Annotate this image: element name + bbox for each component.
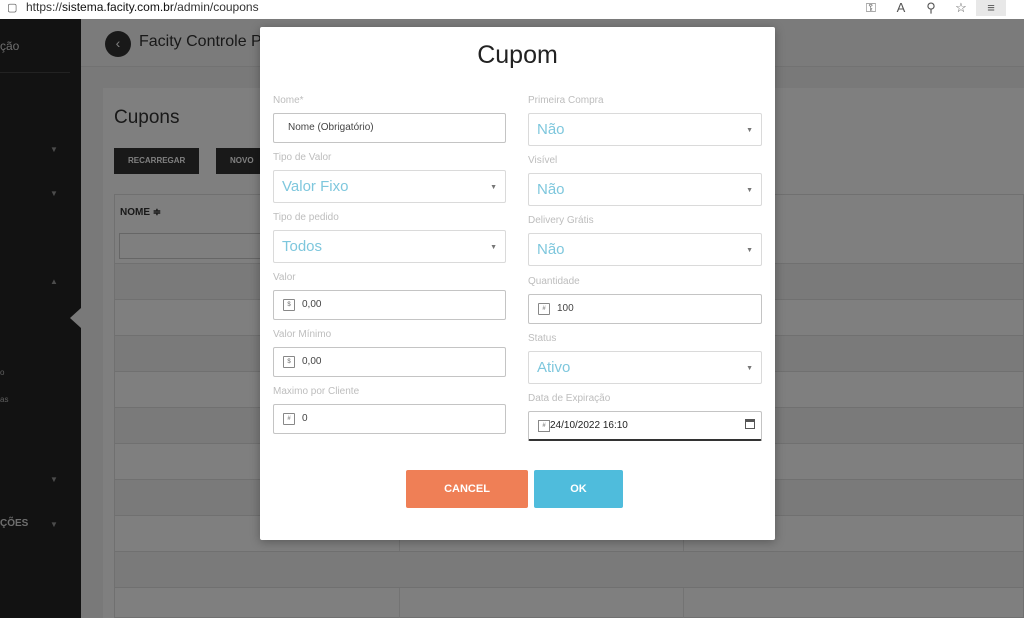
number-icon: # xyxy=(283,413,295,425)
browser-address-bar: ▢ https://sistema.facity.com.br/admin/co… xyxy=(0,0,1024,19)
currency-icon: $ xyxy=(283,299,295,311)
data-expiracao-value: 24/10/2022 16:10 xyxy=(550,420,628,431)
url-path: /admin/coupons xyxy=(173,0,259,14)
tipo-valor-value: Valor Fixo xyxy=(282,178,349,195)
coupon-modal: Cupom Nome* Nome (Obrigatório) Tipo de V… xyxy=(260,27,775,540)
delivery-gratis-value: Não xyxy=(537,241,565,258)
primeira-compra-label: Primeira Compra xyxy=(528,95,604,106)
number-icon: # xyxy=(538,303,550,315)
maximo-cliente-label: Maximo por Cliente xyxy=(273,386,360,397)
caret-down-icon: ▼ xyxy=(746,365,753,372)
data-expiracao-input[interactable]: # 24/10/2022 16:10 xyxy=(528,411,762,441)
visivel-value: Não xyxy=(537,181,565,198)
favorites-icon[interactable]: ☆ xyxy=(946,0,976,16)
status-label: Status xyxy=(528,333,557,344)
status-value: Ativo xyxy=(537,359,571,376)
caret-down-icon: ▼ xyxy=(490,244,497,251)
valor-input[interactable]: $ 0,00 xyxy=(273,290,506,320)
ok-button[interactable]: OK xyxy=(534,470,623,508)
nome-input[interactable]: Nome (Obrigatório) xyxy=(273,113,506,143)
valor-minimo-value: 0,00 xyxy=(302,356,322,367)
primeira-compra-value: Não xyxy=(537,121,565,138)
caret-down-icon: ▼ xyxy=(746,247,753,254)
key-icon[interactable]: ⚿ xyxy=(856,0,886,16)
caret-down-icon: ▼ xyxy=(746,127,753,134)
caret-down-icon: ▼ xyxy=(490,184,497,191)
browser-toolbar: ⚿ A ⚲ ☆ ≡ xyxy=(856,0,1006,16)
caret-down-icon: ▼ xyxy=(746,187,753,194)
tipo-pedido-value: Todos xyxy=(282,238,323,255)
read-aloud-icon[interactable]: A xyxy=(886,0,916,16)
collections-icon[interactable]: ≡ xyxy=(976,0,1006,16)
cancel-button[interactable]: CANCEL xyxy=(406,470,528,508)
tipo-valor-select[interactable]: Valor Fixo ▼ xyxy=(273,170,506,203)
url-prefix: https:// xyxy=(26,0,63,14)
quantidade-input[interactable]: # 100 xyxy=(528,294,762,324)
url-field[interactable]: https://sistema.facity.com.br/admin/coup… xyxy=(26,0,259,14)
modal-title: Cupom xyxy=(477,41,558,69)
quantidade-label: Quantidade xyxy=(528,276,580,287)
valor-minimo-label: Valor Mínimo xyxy=(273,329,332,340)
page-info-icon[interactable]: ▢ xyxy=(7,1,17,14)
delivery-gratis-select[interactable]: Não ▼ xyxy=(528,233,762,266)
maximo-cliente-value: 0 xyxy=(302,413,308,424)
valor-value: 0,00 xyxy=(302,299,322,310)
status-select[interactable]: Ativo ▼ xyxy=(528,351,762,384)
tipo-pedido-label: Tipo de pedido xyxy=(273,212,339,223)
delivery-gratis-label: Delivery Grátis xyxy=(528,215,594,226)
zoom-icon[interactable]: ⚲ xyxy=(916,0,946,16)
quantidade-value: 100 xyxy=(557,303,574,314)
primeira-compra-select[interactable]: Não ▼ xyxy=(528,113,762,146)
data-expiracao-label: Data de Expiração xyxy=(528,393,611,404)
valor-minimo-input[interactable]: $ 0,00 xyxy=(273,347,506,377)
calendar-small-icon: # xyxy=(538,420,550,432)
tipo-valor-label: Tipo de Valor xyxy=(273,152,332,163)
nome-label: Nome* xyxy=(273,95,304,106)
visivel-select[interactable]: Não ▼ xyxy=(528,173,762,206)
visivel-label: Visível xyxy=(528,155,558,166)
calendar-icon[interactable] xyxy=(745,419,755,429)
tipo-pedido-select[interactable]: Todos ▼ xyxy=(273,230,506,263)
valor-label: Valor xyxy=(273,272,296,283)
currency-icon: $ xyxy=(283,356,295,368)
url-host: sistema.facity.com.br xyxy=(62,0,174,14)
maximo-cliente-input[interactable]: # 0 xyxy=(273,404,506,434)
